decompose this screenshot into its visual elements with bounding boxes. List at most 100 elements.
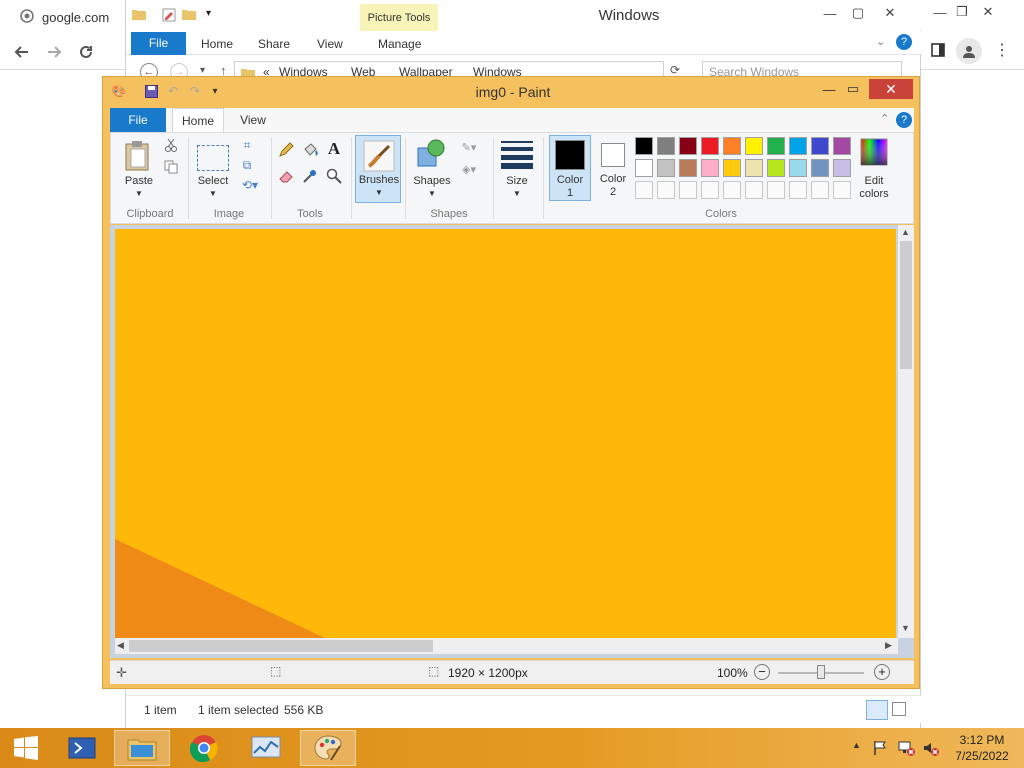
edit-colors-label-line2[interactable]: colors bbox=[851, 188, 897, 200]
explorer-tab-manage[interactable]: Manage bbox=[378, 33, 421, 55]
volume-icon[interactable] bbox=[922, 740, 940, 759]
recent-locations-icon[interactable]: ▾ bbox=[200, 65, 205, 76]
sidebar-icon[interactable] bbox=[928, 40, 948, 60]
copy-icon[interactable] bbox=[163, 159, 179, 175]
select-icon[interactable] bbox=[197, 145, 229, 171]
redo-icon[interactable]: ↷ bbox=[187, 83, 203, 99]
edit-colors-label-line1[interactable]: Edit bbox=[851, 175, 897, 187]
restore-icon[interactable]: ❐ bbox=[950, 2, 974, 22]
new-folder-icon[interactable] bbox=[182, 8, 196, 23]
palette-swatch[interactable] bbox=[635, 137, 653, 155]
palette-swatch[interactable] bbox=[833, 159, 851, 177]
size-button-label[interactable]: Size bbox=[499, 175, 535, 187]
cut-icon[interactable] bbox=[163, 137, 179, 153]
explorer-tab-file[interactable]: File bbox=[131, 32, 186, 55]
palette-swatch[interactable] bbox=[679, 137, 697, 155]
shapes-icon[interactable] bbox=[415, 137, 449, 171]
paint-tab-view[interactable]: View bbox=[230, 108, 276, 132]
palette-swatch[interactable] bbox=[745, 137, 763, 155]
palette-swatch[interactable] bbox=[789, 137, 807, 155]
paste-icon[interactable] bbox=[123, 139, 153, 173]
edit-colors-icon[interactable] bbox=[859, 137, 889, 167]
zoom-out-icon[interactable]: − bbox=[754, 664, 770, 680]
zoom-in-icon[interactable]: + bbox=[874, 664, 890, 680]
taskbar-file-explorer[interactable] bbox=[114, 730, 170, 766]
back-arrow-icon[interactable] bbox=[10, 40, 34, 64]
explorer-tab-share[interactable]: Share bbox=[258, 33, 290, 55]
palette-swatch[interactable] bbox=[811, 137, 829, 155]
palette-swatch[interactable] bbox=[635, 159, 653, 177]
scroll-right-icon[interactable]: ▶ bbox=[885, 640, 892, 651]
paint-minimize-icon[interactable]: — bbox=[819, 79, 839, 99]
zoom-slider-thumb[interactable] bbox=[817, 665, 825, 679]
color1-button[interactable]: Color 1 bbox=[549, 135, 591, 201]
drawing-canvas[interactable] bbox=[115, 229, 896, 638]
taskbar-powershell[interactable] bbox=[54, 730, 110, 766]
brushes-button[interactable]: Brushes ▼ bbox=[355, 135, 401, 203]
palette-swatch[interactable] bbox=[657, 159, 675, 177]
palette-swatch[interactable] bbox=[679, 159, 697, 177]
palette-swatch[interactable] bbox=[767, 137, 785, 155]
paste-dropdown-icon[interactable]: ▼ bbox=[131, 189, 147, 198]
action-center-flag-icon[interactable] bbox=[872, 740, 888, 759]
palette-custom-swatch[interactable] bbox=[701, 181, 719, 199]
help-icon[interactable]: ? bbox=[896, 34, 912, 50]
palette-swatch[interactable] bbox=[723, 159, 741, 177]
details-view-icon[interactable] bbox=[866, 700, 888, 720]
start-button[interactable] bbox=[2, 730, 50, 766]
taskbar-chrome[interactable] bbox=[176, 730, 232, 766]
reload-icon[interactable] bbox=[74, 40, 98, 64]
paint-tab-home[interactable]: Home bbox=[172, 108, 224, 132]
undo-icon[interactable]: ↶ bbox=[165, 83, 181, 99]
paste-button-label[interactable]: Paste bbox=[119, 175, 159, 187]
eraser-icon[interactable] bbox=[277, 167, 295, 185]
qat-customize-icon[interactable]: ▾ bbox=[207, 83, 223, 99]
qat-dropdown-icon[interactable]: ▾ bbox=[206, 8, 211, 19]
palette-custom-swatch[interactable] bbox=[657, 181, 675, 199]
palette-swatch[interactable] bbox=[701, 137, 719, 155]
select-dropdown-icon[interactable]: ▼ bbox=[205, 189, 221, 198]
network-icon[interactable] bbox=[898, 740, 916, 759]
tray-overflow-icon[interactable]: ▲ bbox=[852, 740, 861, 750]
palette-custom-swatch[interactable] bbox=[745, 181, 763, 199]
close-icon[interactable]: ✕ bbox=[976, 2, 1000, 22]
paint-help-icon[interactable]: ? bbox=[896, 112, 912, 128]
scroll-left-icon[interactable]: ◀ bbox=[117, 640, 124, 651]
profile-avatar-icon[interactable] bbox=[956, 38, 982, 64]
shapes-button-label[interactable]: Shapes bbox=[411, 175, 453, 187]
ribbon-collapse-icon[interactable]: ⌄ bbox=[876, 35, 885, 48]
palette-custom-swatch[interactable] bbox=[789, 181, 807, 199]
color2-button[interactable]: Color 2 bbox=[593, 135, 633, 201]
menu-dots-icon[interactable]: ⋮ bbox=[992, 40, 1012, 60]
taskbar-clock[interactable]: 3:12 PM 7/25/2022 bbox=[946, 732, 1018, 764]
refresh-icon[interactable]: ⟳ bbox=[670, 63, 680, 77]
outline-icon[interactable]: ✎▾ bbox=[457, 139, 481, 155]
taskbar-paint[interactable] bbox=[300, 730, 356, 766]
select-button-label[interactable]: Select bbox=[193, 175, 233, 187]
palette-custom-swatch[interactable] bbox=[679, 181, 697, 199]
scroll-down-icon[interactable]: ▼ bbox=[901, 623, 910, 633]
rotate-icon[interactable]: ⟲▾ bbox=[239, 177, 261, 193]
palette-swatch[interactable] bbox=[833, 137, 851, 155]
minimize-icon[interactable]: — bbox=[928, 2, 952, 22]
paint-close-icon[interactable]: ✕ bbox=[869, 79, 913, 99]
palette-swatch[interactable] bbox=[767, 159, 785, 177]
text-tool-icon[interactable]: A bbox=[325, 139, 343, 159]
crop-icon[interactable]: ⌗ bbox=[239, 137, 255, 153]
palette-swatch[interactable] bbox=[789, 159, 807, 177]
magnifier-icon[interactable] bbox=[325, 167, 343, 185]
color-picker-icon[interactable] bbox=[301, 167, 319, 185]
horizontal-scrollbar[interactable]: ◀ ▶ bbox=[115, 638, 898, 654]
palette-swatch[interactable] bbox=[701, 159, 719, 177]
palette-swatch[interactable] bbox=[723, 137, 741, 155]
palette-swatch[interactable] bbox=[657, 137, 675, 155]
explorer-tab-home[interactable]: Home bbox=[201, 33, 233, 55]
vertical-scrollbar[interactable]: ▲ ▼ bbox=[898, 225, 914, 638]
explorer-tab-view[interactable]: View bbox=[317, 33, 343, 55]
explorer-maximize-icon[interactable]: ▢ bbox=[848, 4, 868, 22]
large-icons-view-icon[interactable] bbox=[892, 702, 906, 716]
palette-swatch[interactable] bbox=[745, 159, 763, 177]
paint-tab-file[interactable]: File bbox=[110, 108, 166, 132]
palette-custom-swatch[interactable] bbox=[811, 181, 829, 199]
horizontal-scroll-thumb[interactable] bbox=[129, 640, 433, 652]
